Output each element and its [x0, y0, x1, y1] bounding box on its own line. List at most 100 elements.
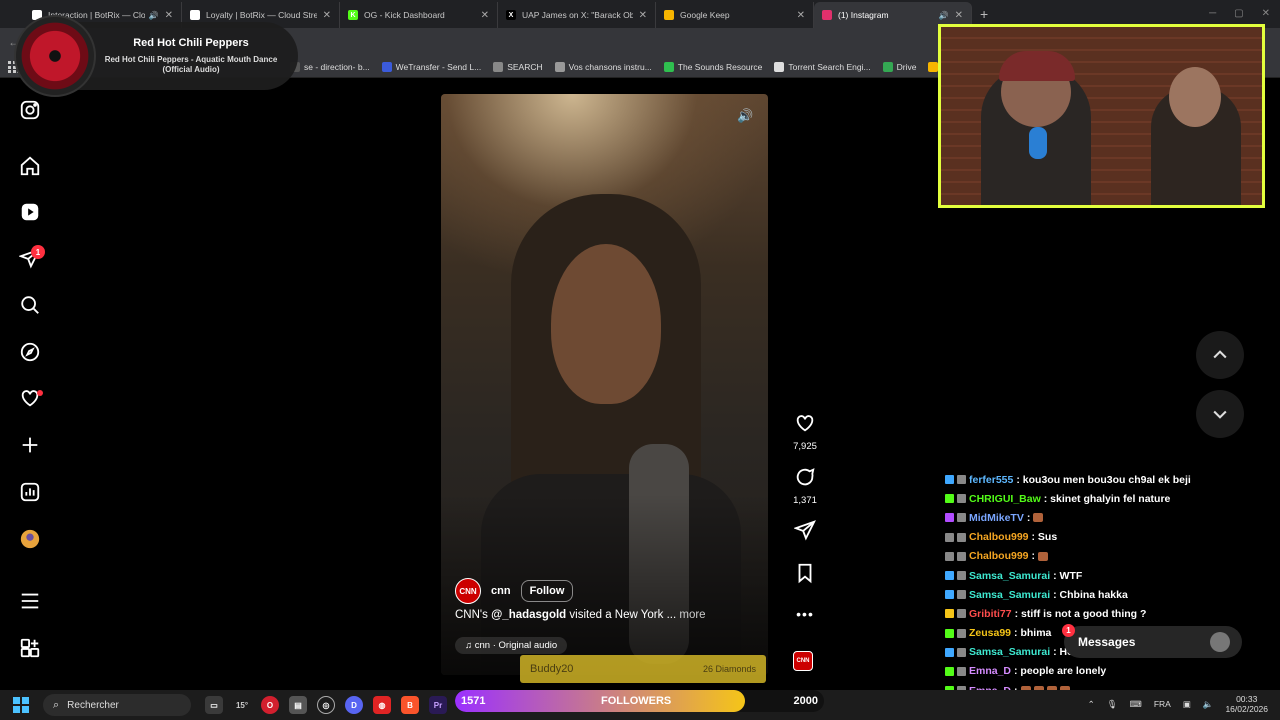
- previous-reel-button[interactable]: [1196, 331, 1244, 379]
- bookmark-item[interactable]: Vos chansons instru...: [554, 61, 652, 72]
- volume-icon[interactable]: 🔊: [737, 108, 753, 124]
- minimize-icon[interactable]: ─: [1209, 8, 1216, 19]
- chat-username[interactable]: MidMikeTV: [969, 512, 1024, 524]
- chat-text: : WTF: [1053, 569, 1083, 582]
- chat-username[interactable]: Samsa_Samurai: [969, 589, 1050, 601]
- windows-start-icon[interactable]: [13, 697, 29, 713]
- notification-badge: 1: [31, 245, 45, 259]
- close-tab-icon[interactable]: ✕: [165, 10, 173, 21]
- browser-tab[interactable]: X UAP James on X: "Barack Obam ✕: [498, 2, 656, 28]
- dashboard-icon[interactable]: [19, 481, 41, 503]
- maximize-icon[interactable]: ▢: [1234, 8, 1243, 19]
- follow-button[interactable]: Follow: [520, 580, 574, 602]
- chat-username[interactable]: Samsa_Samurai: [969, 646, 1050, 658]
- new-tab-button[interactable]: +: [980, 6, 988, 22]
- also-from-meta-icon[interactable]: [19, 637, 41, 659]
- menu-hamburger-icon[interactable]: [19, 590, 41, 612]
- bookmark-label: se - direction- b...: [304, 61, 370, 72]
- tab-favicon-icon: X: [506, 10, 516, 20]
- bookmark-item[interactable]: Torrent Search Engi...: [774, 61, 871, 72]
- tab-audio-icon[interactable]: 🔊: [149, 11, 159, 20]
- followers-progress-fill: [455, 690, 745, 712]
- chat-username[interactable]: Chalbou999: [969, 531, 1029, 543]
- discord-icon[interactable]: D: [345, 696, 363, 714]
- tray-expand-icon[interactable]: ⌃: [1088, 699, 1095, 710]
- close-window-icon[interactable]: ✕: [1262, 8, 1270, 19]
- like-button[interactable]: 7,925: [791, 412, 819, 452]
- app-icon-red[interactable]: ◍: [373, 696, 391, 714]
- original-audio-pill[interactable]: ♫ cnn · Original audio: [455, 637, 568, 654]
- chat-username[interactable]: Chalbou999: [969, 550, 1029, 562]
- next-reel-button[interactable]: [1196, 390, 1244, 438]
- reel-author: CNN cnn Follow: [455, 578, 574, 604]
- microphone-icon[interactable]: 🎙: [1107, 699, 1118, 710]
- messages-panel-button[interactable]: 1 Messages: [1062, 624, 1242, 658]
- chat-text: :: [1026, 511, 1031, 524]
- more-options-icon[interactable]: •••: [791, 606, 819, 622]
- vinyl-disc-icon: [14, 15, 96, 97]
- reels-icon[interactable]: [19, 201, 41, 223]
- task-view-icon[interactable]: ▭: [205, 696, 223, 714]
- bookmark-favicon-icon: [882, 61, 893, 72]
- comment-button[interactable]: 1,371: [791, 466, 819, 506]
- create-plus-icon[interactable]: [19, 434, 41, 456]
- premiere-icon[interactable]: Pr: [429, 696, 447, 714]
- chat-emote-icon: [1033, 513, 1044, 523]
- settings-icon[interactable]: ◎: [317, 696, 335, 714]
- reel-video[interactable]: 🔊 CNN cnn Follow CNN's @_hadasgold visit…: [441, 94, 768, 675]
- weather-icon[interactable]: 15°: [233, 696, 251, 714]
- author-avatar[interactable]: CNN: [455, 578, 481, 604]
- instagram-sidebar: [0, 80, 60, 690]
- bookmark-item[interactable]: WeTransfer - Send L...: [381, 61, 481, 72]
- instagram-logo-icon[interactable]: [19, 99, 41, 121]
- chat-username[interactable]: Emna_D: [969, 665, 1011, 677]
- caption-more-link[interactable]: more: [679, 609, 705, 621]
- language-indicator[interactable]: FRA: [1154, 699, 1171, 709]
- video-subject-face: [551, 244, 661, 404]
- opera-icon[interactable]: O: [261, 696, 279, 714]
- save-button[interactable]: [791, 562, 819, 589]
- home-icon[interactable]: [19, 155, 41, 177]
- tab-title: OG - Kick Dashboard: [364, 10, 445, 20]
- browser-tab[interactable]: K OG - Kick Dashboard ✕: [340, 2, 498, 28]
- bookmark-item[interactable]: se - direction- b...: [290, 61, 370, 72]
- file-explorer-icon[interactable]: ▤: [289, 696, 307, 714]
- network-icon[interactable]: ▣: [1183, 699, 1191, 710]
- close-tab-icon[interactable]: ✕: [323, 10, 331, 21]
- bookmark-label: The Sounds Resource: [677, 61, 763, 72]
- speaker-icon[interactable]: 🔈: [1203, 699, 1214, 710]
- chat-text: : stiff is not a good thing ?: [1014, 607, 1147, 620]
- chat-username[interactable]: CHRIGUI_Baw: [969, 493, 1041, 505]
- chat-badge-icon: [945, 590, 954, 600]
- chat-username[interactable]: Gribiti77: [969, 608, 1012, 620]
- chat-username[interactable]: Zeusa99: [969, 627, 1011, 639]
- close-tab-icon[interactable]: ✕: [639, 10, 647, 21]
- close-tab-icon[interactable]: ✕: [955, 10, 963, 21]
- chat-badge-icon: [957, 494, 966, 504]
- taskbar-search[interactable]: ⌕ Rechercher: [43, 694, 191, 716]
- author-username[interactable]: cnn: [491, 585, 511, 597]
- chat-badge-icon: [945, 571, 954, 581]
- close-tab-icon[interactable]: ✕: [797, 10, 805, 21]
- audio-avatar[interactable]: CNN: [793, 651, 813, 671]
- brave-icon[interactable]: B: [401, 696, 419, 714]
- chat-username[interactable]: Samsa_Samurai: [969, 570, 1050, 582]
- explore-icon[interactable]: [19, 341, 41, 363]
- caption-mention[interactable]: @_hadasgold: [491, 609, 566, 621]
- profile-avatar[interactable]: [19, 528, 41, 550]
- tab-audio-icon[interactable]: 🔊: [939, 11, 949, 20]
- chat-message: MidMikeTV :: [945, 508, 1225, 527]
- chat-badge-icon: [957, 666, 966, 676]
- share-button[interactable]: [791, 519, 819, 546]
- search-icon[interactable]: [19, 294, 41, 316]
- chat-username[interactable]: ferfer555: [969, 474, 1013, 486]
- close-tab-icon[interactable]: ✕: [481, 10, 489, 21]
- clock[interactable]: 00:33 16/02/2026: [1225, 694, 1268, 714]
- bookmark-item[interactable]: Drive: [882, 61, 916, 72]
- bookmark-item[interactable]: SEARCH: [493, 61, 543, 72]
- browser-tab[interactable]: Google Keep ✕: [656, 2, 814, 28]
- keyboard-icon[interactable]: ⌨: [1130, 699, 1142, 710]
- tab-title: (1) Instagram: [838, 10, 889, 20]
- stream-chat: ferfer555: kou3ou men bou3ou ch9al ek be…: [945, 470, 1225, 719]
- bookmark-item[interactable]: The Sounds Resource: [663, 61, 763, 72]
